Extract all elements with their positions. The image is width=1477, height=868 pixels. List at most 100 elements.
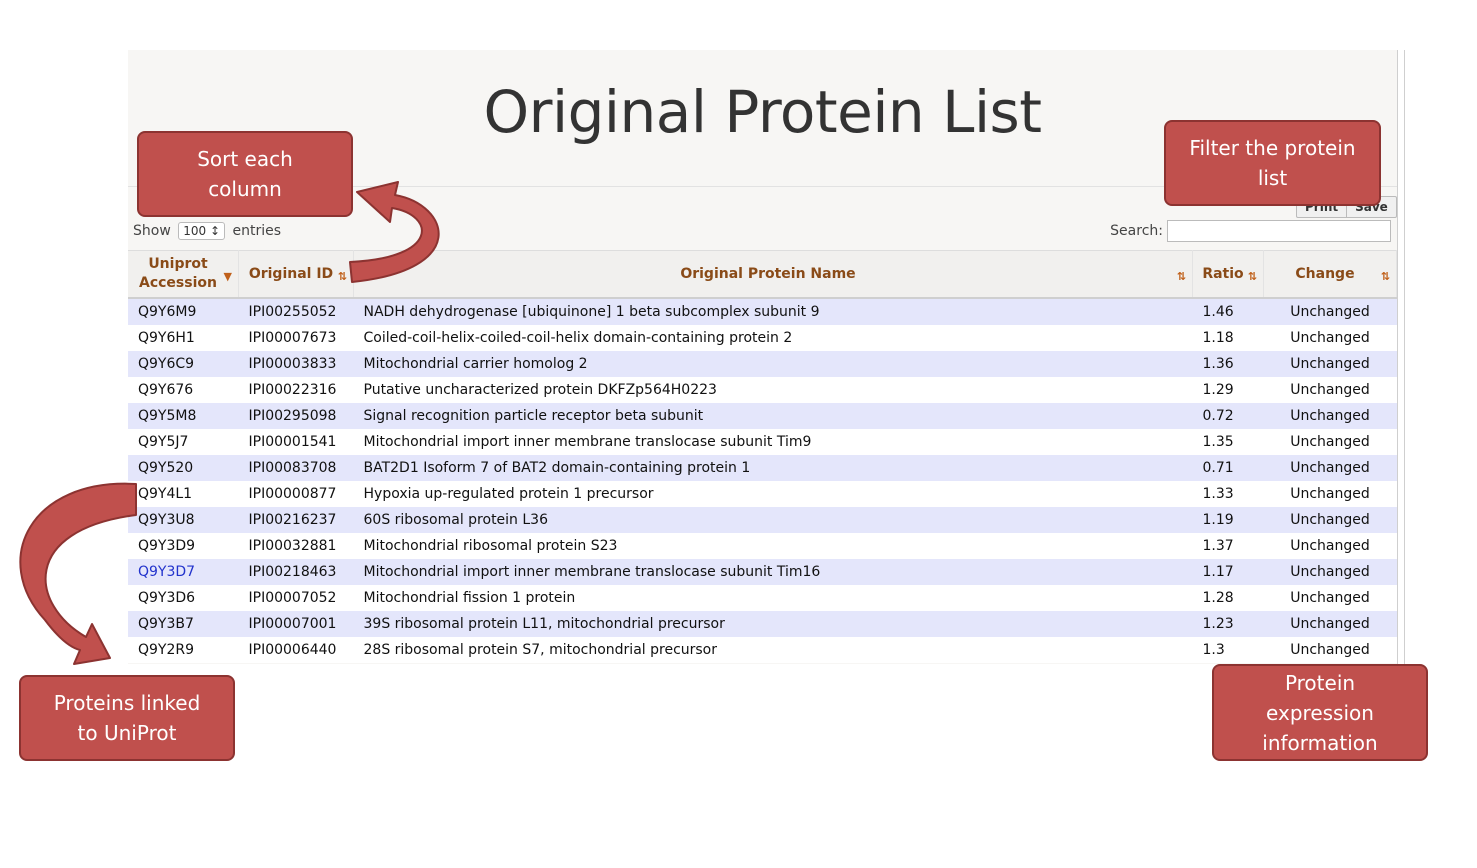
protein-name-cell: Signal recognition particle receptor bet… [353, 403, 1193, 429]
protein-name-cell: Mitochondrial fission 1 protein [353, 585, 1193, 611]
original-id-cell: IPI00006440 [238, 637, 354, 663]
ratio-cell: 1.18 [1192, 325, 1264, 351]
callout-filter: Filter the protein list [1164, 120, 1381, 206]
original-id-cell: IPI00218463 [238, 559, 354, 585]
protein-name-cell: Mitochondrial carrier homolog 2 [353, 351, 1193, 377]
table-row[interactable]: Q9Y3D6 IPI00007052 Mitochondrial fission 1… [128, 585, 1397, 611]
uniprot-accession-link[interactable]: Q9Y676 [128, 377, 239, 403]
ratio-cell: 0.71 [1192, 455, 1264, 481]
ratio-cell: 0.72 [1192, 403, 1264, 429]
ratio-cell: 1.17 [1192, 559, 1264, 585]
column-header-original-protein-name[interactable]: Original Protein Name ⇅ [353, 250, 1193, 299]
uniprot-accession-link[interactable]: Q9Y3U8 [128, 507, 239, 533]
entries-value: 100 [183, 224, 207, 238]
column-label: Uniprot Accession [139, 256, 217, 291]
table-row[interactable]: Q9Y2R9 IPI00006440 28S ribosomal protein S… [128, 637, 1397, 663]
search-box: Search: [1110, 220, 1391, 242]
protein-name-cell: BAT2D1 Isoform 7 of BAT2 domain-containi… [353, 455, 1193, 481]
table-row[interactable]: Q9Y3D7 IPI00218463 Mitochondrial import in… [128, 559, 1397, 585]
ratio-cell: 1.19 [1192, 507, 1264, 533]
original-id-cell: IPI00007673 [238, 325, 354, 351]
ratio-cell: 1.37 [1192, 533, 1264, 559]
ratio-cell: 1.36 [1192, 351, 1264, 377]
table-row[interactable]: Q9Y3U8 IPI00216237 60S ribosomal protein L… [128, 507, 1397, 533]
sort-icon: ⇅ [337, 270, 347, 283]
original-id-cell: IPI00007001 [238, 611, 354, 637]
table-row[interactable]: Q9Y3B7 IPI00007001 39S ribosomal protein L… [128, 611, 1397, 637]
column-header-uniprot-accession[interactable]: Uniprot Accession ▼ [128, 250, 239, 299]
ratio-cell: 1.35 [1192, 429, 1264, 455]
table-row[interactable]: Q9Y676 IPI00022316 Putative uncharacterize… [128, 377, 1397, 403]
original-id-cell: IPI00255052 [238, 298, 354, 325]
change-cell: Unchanged [1263, 637, 1397, 663]
uniprot-accession-link[interactable]: Q9Y3D7 [128, 559, 239, 585]
change-cell: Unchanged [1263, 481, 1397, 507]
show-label: Show [133, 223, 171, 239]
uniprot-accession-link[interactable]: Q9Y2R9 [128, 637, 239, 663]
callout-uniprot: Proteins linked to UniProt [19, 675, 235, 761]
uniprot-accession-link[interactable]: Q9Y5M8 [128, 403, 239, 429]
search-input[interactable] [1167, 220, 1391, 242]
callout-sort: Sort each column [137, 131, 353, 217]
column-label: Original Protein Name [680, 265, 856, 282]
uniprot-accession-link[interactable]: Q9Y520 [128, 455, 239, 481]
column-header-ratio[interactable]: Ratio ⇅ [1192, 250, 1264, 299]
uniprot-accession-link[interactable]: Q9Y6C9 [128, 351, 239, 377]
uniprot-accession-link[interactable]: Q9Y4L1 [128, 481, 239, 507]
uniprot-accession-link[interactable]: Q9Y3D6 [128, 585, 239, 611]
change-cell: Unchanged [1263, 533, 1397, 559]
curved-arrow-icon [19, 482, 137, 665]
sort-desc-icon: ▼ [223, 270, 232, 283]
uniprot-accession-link[interactable]: Q9Y3D9 [128, 533, 239, 559]
show-entries: Show 100 ↕ entries [133, 222, 281, 240]
protein-name-cell: 39S ribosomal protein L11, mitochondrial… [353, 611, 1193, 637]
table-row[interactable]: Q9Y520 IPI00083708 BAT2D1 Isoform 7 of BAT… [128, 455, 1397, 481]
protein-name-cell: Hypoxia up-regulated protein 1 precursor [353, 481, 1193, 507]
select-arrows-icon: ↕ [209, 224, 221, 238]
uniprot-accession-link[interactable]: Q9Y3B7 [128, 611, 239, 637]
table-row[interactable]: Q9Y6C9 IPI00003833 Mitochondrial carrier h… [128, 351, 1397, 377]
column-label: Ratio [1202, 265, 1244, 282]
callout-text: Filter the protein list [1189, 136, 1356, 190]
ratio-cell: 1.29 [1192, 377, 1264, 403]
entries-select[interactable]: 100 ↕ [178, 222, 226, 240]
search-label: Search: [1110, 223, 1163, 239]
table-row[interactable]: Q9Y3D9 IPI00032881 Mitochondrial ribosomal… [128, 533, 1397, 559]
table-row[interactable]: Q9Y5J7 IPI00001541 Mitochondrial import in… [128, 429, 1397, 455]
change-cell: Unchanged [1263, 403, 1397, 429]
original-id-cell: IPI00032881 [238, 533, 354, 559]
change-cell: Unchanged [1263, 507, 1397, 533]
uniprot-accession-link[interactable]: Q9Y6H1 [128, 325, 239, 351]
change-cell: Unchanged [1263, 325, 1397, 351]
change-cell: Unchanged [1263, 351, 1397, 377]
uniprot-accession-link[interactable]: Q9Y5J7 [128, 429, 239, 455]
sort-icon: ⇅ [1176, 270, 1186, 283]
original-id-cell: IPI00022316 [238, 377, 354, 403]
uniprot-accession-link[interactable]: Q9Y6M9 [128, 298, 239, 325]
original-id-cell: IPI00001541 [238, 429, 354, 455]
column-header-original-id[interactable]: Original ID ⇅ [238, 250, 354, 299]
original-id-cell: IPI00083708 [238, 455, 354, 481]
table-body: Q9Y6M9 IPI00255052 NADH dehydrogenase [ubi… [128, 298, 1397, 663]
ratio-cell: 1.3 [1192, 637, 1264, 663]
protein-name-cell: Mitochondrial import inner membrane tran… [353, 429, 1193, 455]
table-row[interactable]: Q9Y5M8 IPI00295098 Signal recognition part… [128, 403, 1397, 429]
column-header-change[interactable]: Change ⇅ [1263, 250, 1397, 299]
callout-expression: Protein expression information [1212, 664, 1428, 761]
change-cell: Unchanged [1263, 559, 1397, 585]
protein-name-cell: Putative uncharacterized protein DKFZp56… [353, 377, 1193, 403]
table-row[interactable]: Q9Y4L1 IPI00000877 Hypoxia up-regulated pr… [128, 481, 1397, 507]
original-id-cell: IPI00007052 [238, 585, 354, 611]
change-cell: Unchanged [1263, 611, 1397, 637]
sort-icon: ⇅ [1380, 270, 1390, 283]
change-cell: Unchanged [1263, 455, 1397, 481]
change-cell: Unchanged [1263, 298, 1397, 325]
change-cell: Unchanged [1263, 429, 1397, 455]
protein-name-cell: Mitochondrial import inner membrane tran… [353, 559, 1193, 585]
scrollbar[interactable] [1397, 50, 1405, 664]
table-row[interactable]: Q9Y6M9 IPI00255052 NADH dehydrogenase [ubi… [128, 298, 1397, 325]
change-cell: Unchanged [1263, 585, 1397, 611]
table-row[interactable]: Q9Y6H1 IPI00007673 Coiled-coil-helix-coile… [128, 325, 1397, 351]
ratio-cell: 1.23 [1192, 611, 1264, 637]
callout-text: Proteins linked to UniProt [53, 691, 201, 745]
